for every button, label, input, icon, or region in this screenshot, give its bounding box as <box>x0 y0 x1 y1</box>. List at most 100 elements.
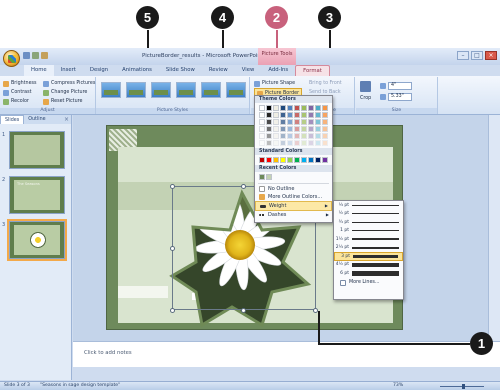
picture-shape-button[interactable]: Picture Shape <box>254 79 302 88</box>
change-picture-button[interactable]: Change Picture <box>40 88 95 97</box>
tab-animations[interactable]: Animations <box>115 65 159 76</box>
weight-option[interactable]: 6 pt <box>334 269 403 278</box>
color-swatch[interactable] <box>280 126 286 132</box>
tab-review[interactable]: Review <box>202 65 235 76</box>
zoom-knob[interactable] <box>462 384 465 389</box>
color-swatch[interactable] <box>259 119 265 125</box>
color-swatch[interactable] <box>259 126 265 132</box>
tab-add-ins[interactable]: Add-Ins <box>261 65 295 76</box>
slide-thumbnail-2[interactable]: The Seasons <box>9 176 65 214</box>
height-spinner[interactable]: 4" <box>380 82 412 90</box>
minimize-icon[interactable]: – <box>457 51 469 60</box>
style-thumb[interactable] <box>126 82 146 98</box>
color-swatch[interactable] <box>266 174 272 180</box>
color-swatch[interactable] <box>322 140 328 146</box>
color-swatch[interactable] <box>287 126 293 132</box>
color-swatch[interactable] <box>301 119 307 125</box>
color-swatch[interactable] <box>294 140 300 146</box>
tab-format[interactable]: Format <box>295 65 330 76</box>
color-swatch[interactable] <box>301 140 307 146</box>
redo-icon[interactable] <box>41 52 48 59</box>
tab-outline[interactable]: Outline <box>24 115 49 124</box>
style-thumb[interactable] <box>101 82 121 98</box>
color-swatch[interactable] <box>322 133 328 139</box>
color-swatch[interactable] <box>259 157 265 163</box>
color-swatch[interactable] <box>280 133 286 139</box>
dashes-item[interactable]: Dashes ▶ <box>255 211 332 219</box>
width-spinner[interactable]: 5.33" <box>380 93 412 101</box>
color-swatch[interactable] <box>280 119 286 125</box>
color-swatch[interactable] <box>315 157 321 163</box>
slide-thumbnail-3[interactable] <box>7 219 67 261</box>
no-outline-item[interactable]: No Outline <box>255 185 332 193</box>
weight-option[interactable]: 1½ pt <box>334 235 403 244</box>
recolor-button[interactable]: Recolor <box>0 97 37 106</box>
color-swatch[interactable] <box>315 119 321 125</box>
tab-home[interactable]: Home <box>24 65 54 76</box>
contrast-button[interactable]: Contrast <box>0 88 37 97</box>
color-swatch[interactable] <box>315 126 321 132</box>
color-swatch[interactable] <box>273 133 279 139</box>
color-swatch[interactable] <box>308 140 314 146</box>
color-swatch[interactable] <box>308 112 314 118</box>
color-swatch[interactable] <box>294 157 300 163</box>
color-swatch[interactable] <box>322 126 328 132</box>
color-swatch[interactable] <box>301 126 307 132</box>
color-swatch[interactable] <box>287 119 293 125</box>
style-thumb[interactable] <box>176 82 196 98</box>
bring-to-front-button[interactable]: Bring to Front <box>309 79 342 88</box>
color-swatch[interactable] <box>322 105 328 111</box>
color-swatch[interactable] <box>273 126 279 132</box>
color-swatch[interactable] <box>259 133 265 139</box>
color-swatch[interactable] <box>266 140 272 146</box>
color-swatch[interactable] <box>280 112 286 118</box>
color-swatch[interactable] <box>287 105 293 111</box>
color-swatch[interactable] <box>308 119 314 125</box>
save-icon[interactable] <box>23 52 30 59</box>
weight-option[interactable]: ¼ pt <box>334 201 403 210</box>
color-swatch[interactable] <box>273 112 279 118</box>
tab-insert[interactable]: Insert <box>54 65 83 76</box>
color-swatch[interactable] <box>301 133 307 139</box>
color-swatch[interactable] <box>266 119 272 125</box>
maximize-icon[interactable]: □ <box>471 51 483 60</box>
color-swatch[interactable] <box>308 105 314 111</box>
color-swatch[interactable] <box>287 140 293 146</box>
resize-handle[interactable] <box>170 246 175 251</box>
vertical-scrollbar[interactable] <box>488 115 500 341</box>
color-swatch[interactable] <box>287 112 293 118</box>
color-swatch[interactable] <box>280 157 286 163</box>
color-swatch[interactable] <box>294 112 300 118</box>
color-swatch[interactable] <box>259 140 265 146</box>
close-icon[interactable]: × <box>485 51 497 60</box>
color-swatch[interactable] <box>294 126 300 132</box>
reset-picture-button[interactable]: Reset Picture <box>40 97 95 106</box>
color-swatch[interactable] <box>287 133 293 139</box>
more-outline-colors-item[interactable]: More Outline Colors... <box>255 193 332 201</box>
color-swatch[interactable] <box>266 126 272 132</box>
tab-view[interactable]: View <box>235 65 262 76</box>
color-swatch[interactable] <box>294 119 300 125</box>
resize-handle[interactable] <box>241 308 246 313</box>
color-swatch[interactable] <box>259 112 265 118</box>
color-swatch[interactable] <box>301 112 307 118</box>
style-thumb[interactable] <box>226 82 246 98</box>
weight-option[interactable]: ¾ pt <box>334 218 403 227</box>
tab-slides[interactable]: Slides <box>0 115 25 124</box>
compress-pictures-button[interactable]: Compress Pictures <box>40 79 95 88</box>
color-swatch[interactable] <box>322 157 328 163</box>
tab-slide-show[interactable]: Slide Show <box>159 65 202 76</box>
undo-icon[interactable] <box>32 52 39 59</box>
weight-option[interactable]: 4½ pt <box>334 261 403 270</box>
color-swatch[interactable] <box>259 174 265 180</box>
color-swatch[interactable] <box>315 133 321 139</box>
color-swatch[interactable] <box>280 105 286 111</box>
weight-option[interactable]: 1 pt <box>334 227 403 236</box>
color-swatch[interactable] <box>287 157 293 163</box>
color-swatch[interactable] <box>266 157 272 163</box>
color-swatch[interactable] <box>308 133 314 139</box>
crop-button[interactable]: Crop <box>360 81 371 103</box>
weight-option[interactable]: 3 pt <box>334 252 403 261</box>
style-thumb[interactable] <box>201 82 221 98</box>
brightness-button[interactable]: Brightness <box>0 79 37 88</box>
